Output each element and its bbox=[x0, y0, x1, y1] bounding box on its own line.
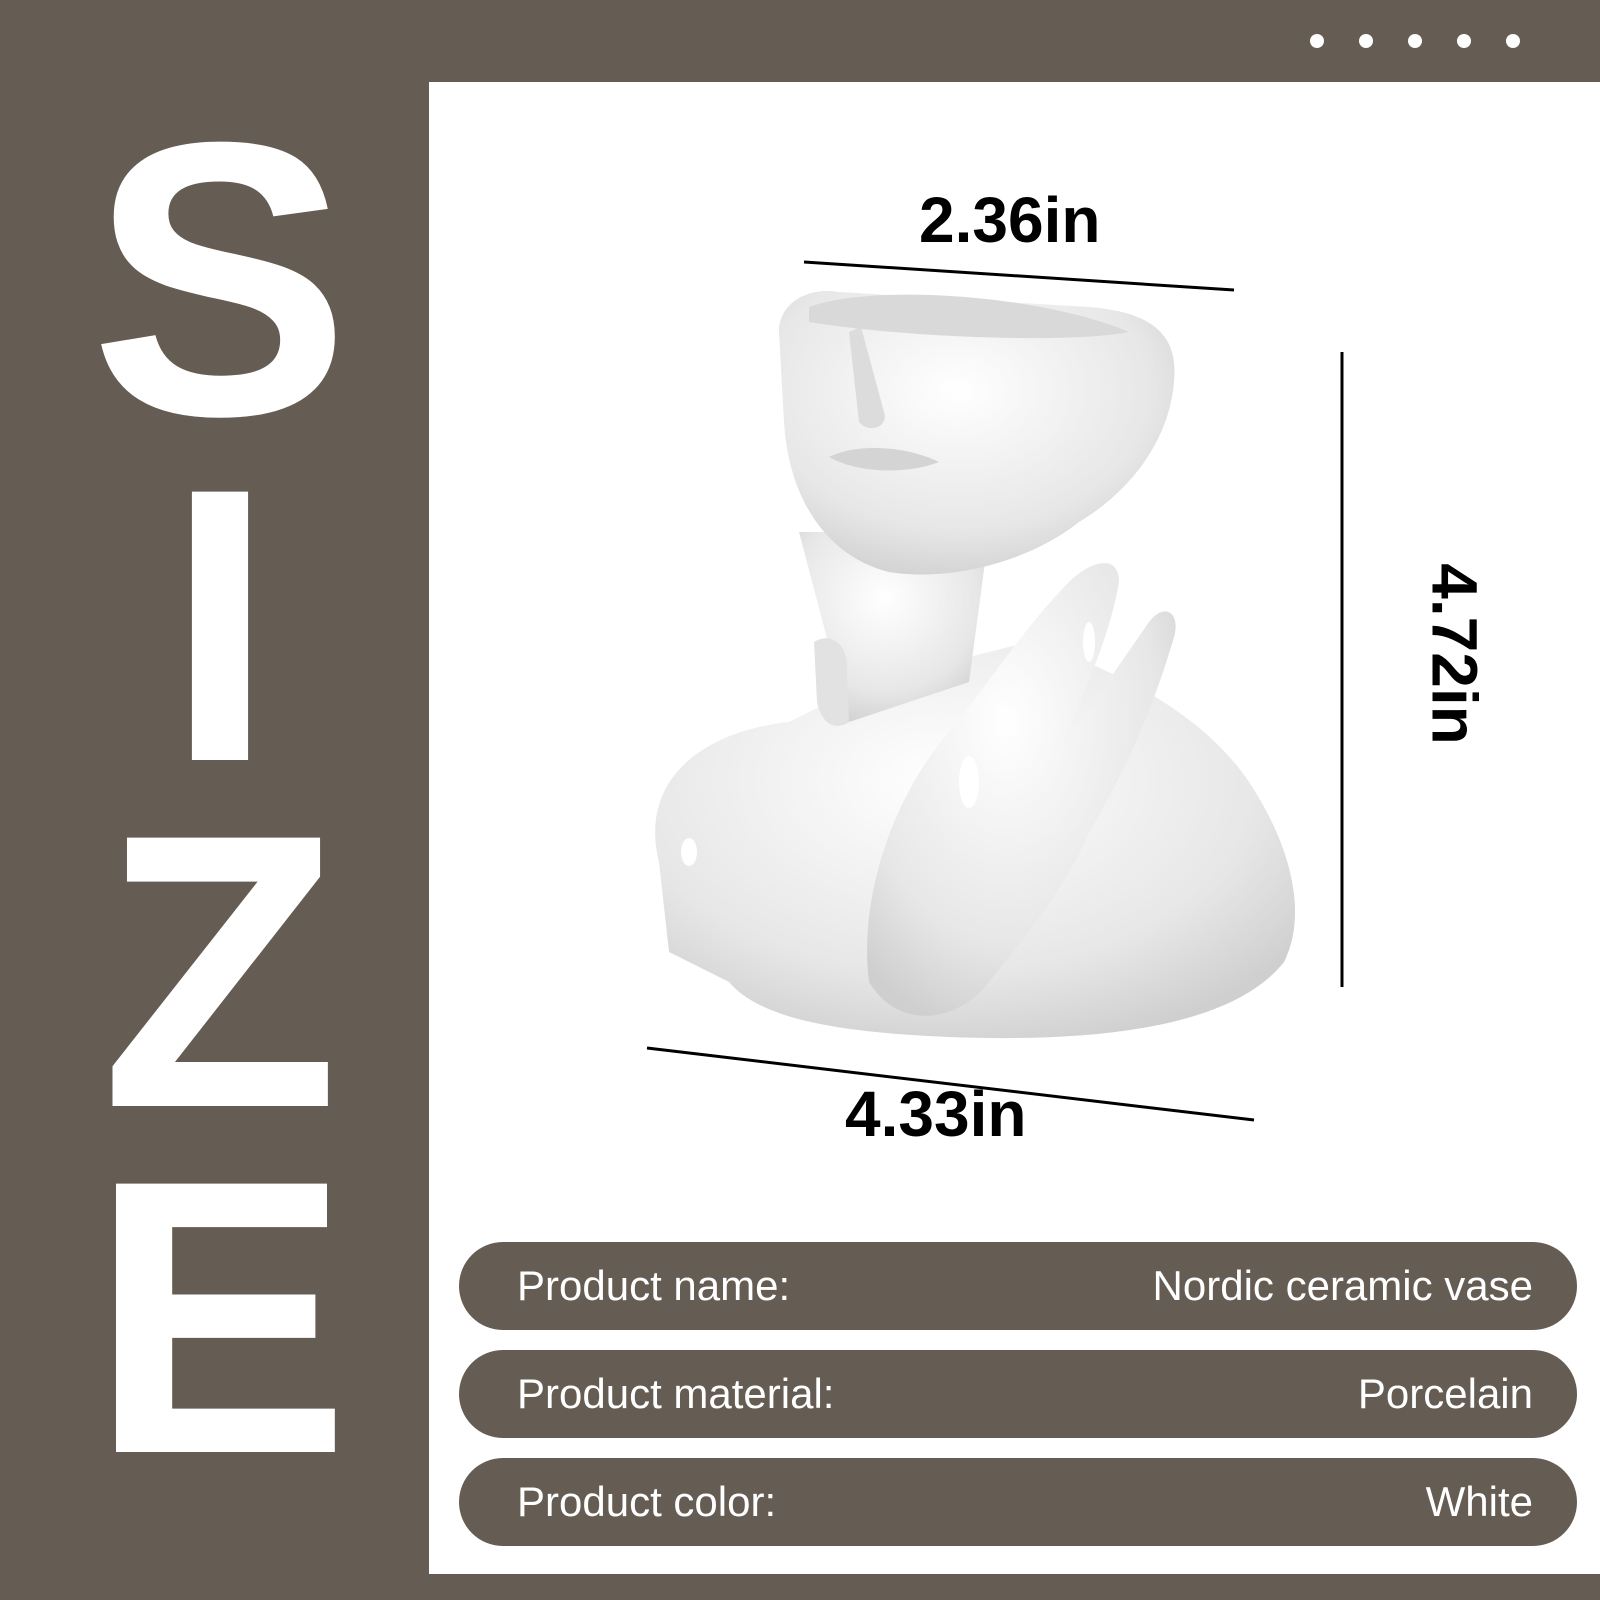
size-banner: S I Z E bbox=[50, 80, 390, 1512]
height-label: 4.72in bbox=[1418, 563, 1491, 745]
bottom-width-label: 4.33in bbox=[845, 1078, 1027, 1150]
spec-row-name: Product name: Nordic ceramic vase bbox=[459, 1242, 1577, 1330]
spec-value: Nordic ceramic vase bbox=[1152, 1262, 1533, 1309]
indicator-dot bbox=[1359, 34, 1373, 48]
top-width-measure-line bbox=[803, 260, 1235, 292]
spec-row-color: Product color: White bbox=[459, 1458, 1577, 1546]
spec-label: Product color: bbox=[517, 1478, 777, 1525]
spec-label: Product name: bbox=[517, 1262, 791, 1309]
top-width-label: 2.36in bbox=[919, 184, 1101, 256]
spec-label: Product material: bbox=[517, 1370, 835, 1417]
indicator-dot bbox=[1408, 34, 1422, 48]
indicator-dot bbox=[1457, 34, 1471, 48]
ceramic-bust-vase bbox=[655, 291, 1296, 1039]
banner-letter-e: E bbox=[89, 1099, 351, 1535]
product-panel: 2.36in 4.72in 4.33in Product name: Nordi… bbox=[429, 82, 1600, 1574]
indicator-dot bbox=[1310, 34, 1324, 48]
spec-row-material: Product material: Porcelain bbox=[459, 1350, 1577, 1438]
spec-value: Porcelain bbox=[1357, 1370, 1533, 1417]
page-indicator-dots bbox=[1310, 34, 1520, 48]
spec-list: Product name: Nordic ceramic vase Produc… bbox=[459, 1242, 1577, 1566]
indicator-dot bbox=[1506, 34, 1520, 48]
spec-value: White bbox=[1425, 1478, 1533, 1525]
